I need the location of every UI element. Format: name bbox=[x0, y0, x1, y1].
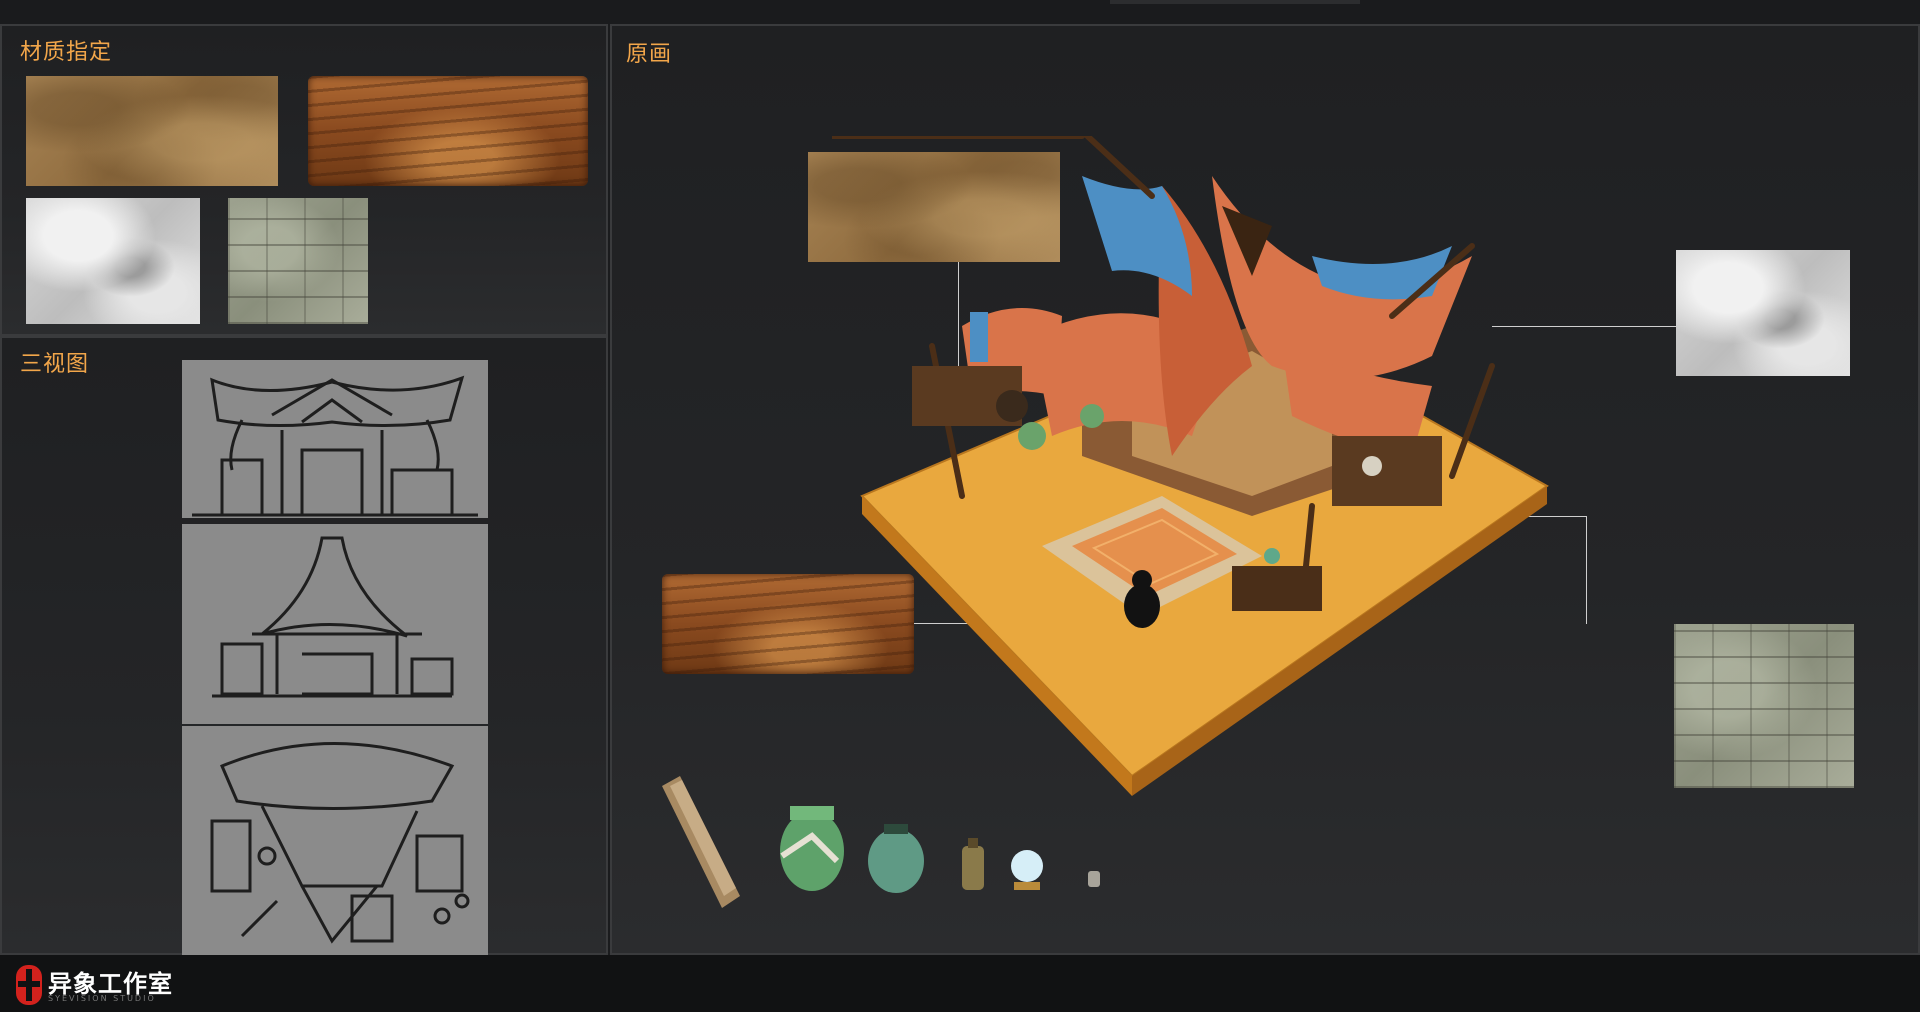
teal-jar-prop bbox=[868, 824, 924, 893]
callout-cloth-texture bbox=[1676, 250, 1850, 376]
top-view bbox=[182, 726, 488, 955]
three-views-title: 三视图 bbox=[20, 352, 90, 377]
top-strip bbox=[1110, 0, 1360, 4]
materials-panel: 材质指定 bbox=[0, 24, 608, 336]
sand-texture-swatch bbox=[26, 76, 278, 186]
front-view bbox=[182, 360, 488, 518]
side-view bbox=[182, 524, 488, 724]
small-bottle-prop bbox=[962, 838, 984, 890]
tiny-jar-prop bbox=[1088, 871, 1100, 887]
materials-title: 材质指定 bbox=[20, 40, 113, 65]
concept-title: 原画 bbox=[626, 42, 673, 67]
crystal-ball-prop bbox=[1011, 850, 1043, 890]
green-vase-prop bbox=[780, 806, 844, 891]
concept-panel: 原画 bbox=[610, 24, 1920, 955]
top-view-drawing bbox=[210, 742, 470, 944]
diorama-illustration bbox=[832, 136, 1549, 796]
plank-prop bbox=[662, 776, 740, 908]
callout-stone-texture bbox=[1674, 624, 1854, 788]
side-view-drawing bbox=[212, 536, 454, 698]
three-views-panel: 三视图 bbox=[0, 336, 608, 955]
studio-logo-icon bbox=[16, 965, 42, 1005]
props-row bbox=[662, 776, 1100, 908]
studio-subtitle: SYEVISION STUDIO bbox=[48, 994, 156, 1003]
front-view-drawing bbox=[192, 375, 478, 517]
canvas: 材质指定 三视图 原画 异象工作室 SYEVISION STUDIO bbox=[0, 0, 1920, 1012]
stone-texture-swatch bbox=[228, 198, 368, 324]
cloth-texture-swatch bbox=[26, 198, 200, 324]
footer-bar bbox=[0, 955, 1920, 1012]
wood-texture-swatch bbox=[308, 76, 588, 186]
